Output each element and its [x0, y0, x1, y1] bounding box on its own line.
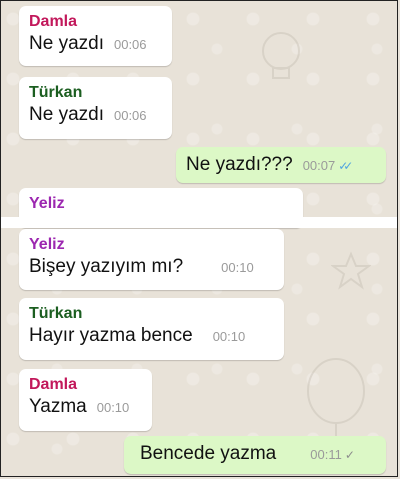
- message-text: Yazma: [29, 396, 87, 417]
- message-bubble-incoming[interactable]: Yeliz Bişey yazıyım mı? 00:10: [19, 229, 284, 290]
- message-bubble-outgoing[interactable]: Bencede yazma 00:11 ✓: [124, 436, 386, 474]
- message-text: Ne yazdı: [29, 33, 104, 54]
- screenshot-divider: [1, 217, 397, 228]
- wallpaper-doodle-bulb-icon: [262, 32, 300, 79]
- message-sender: Yeliz: [29, 195, 65, 212]
- double-check-icon: ✓✓: [338, 159, 353, 173]
- message-sender: Türkan: [29, 305, 83, 322]
- message-text: Bencede yazma: [140, 443, 277, 464]
- single-check-icon: ✓: [344, 448, 355, 462]
- message-text: Hayır yazma bence: [29, 325, 193, 346]
- message-time: 00:07: [302, 158, 336, 173]
- chat-background: Damla Ne yazdı 00:06 Türkan Ne yazdı 00:06…: [0, 0, 398, 477]
- message-time: 00:10: [96, 400, 130, 415]
- wallpaper-doodle-balloon-icon: [307, 358, 365, 444]
- message-bubble-incoming[interactable]: Türkan Ne yazdı 00:06: [19, 77, 172, 139]
- message-time: 00:06: [113, 37, 147, 52]
- message-text: Ne yazdı: [29, 104, 104, 125]
- message-text: Ne yazdı???: [186, 154, 293, 175]
- message-sender: Damla: [29, 13, 78, 30]
- message-time: 00:11: [310, 447, 342, 462]
- message-bubble-incoming[interactable]: Damla Yazma 00:10: [19, 369, 152, 431]
- message-bubble-outgoing[interactable]: Ne yazdı??? 00:07 ✓✓: [176, 147, 386, 183]
- message-time: 00:10: [221, 260, 254, 275]
- message-time: 00:06: [113, 108, 147, 123]
- message-bubble-incoming[interactable]: Türkan Hayır yazma bence 00:10: [19, 298, 284, 360]
- message-bubble-incoming[interactable]: Damla Ne yazdı 00:06: [19, 6, 172, 66]
- message-sender: Yeliz: [29, 236, 65, 253]
- wallpaper-doodle-star-icon: [331, 251, 371, 290]
- message-time: 00:10: [212, 329, 246, 344]
- message-sender: Türkan: [29, 84, 83, 101]
- message-text: Bişey yazıyım mı?: [29, 256, 184, 277]
- message-sender: Damla: [29, 376, 78, 393]
